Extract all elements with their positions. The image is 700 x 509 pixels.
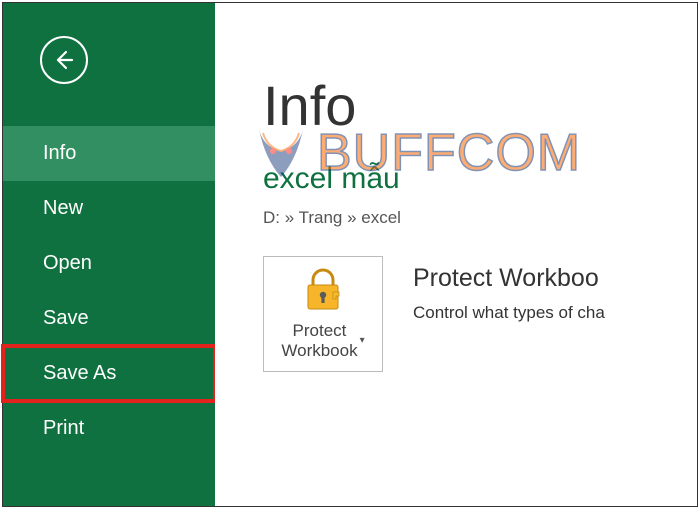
sidebar-item-label: Save — [43, 307, 89, 330]
back-button[interactable] — [40, 36, 88, 84]
file-name: excel mẫu — [263, 162, 697, 196]
protect-workbook-heading: Protect Workboo — [413, 264, 605, 293]
sidebar-item-label: Info — [43, 142, 76, 165]
sidebar-item-save-as[interactable]: Save As — [3, 346, 215, 401]
protect-workbook-button[interactable]: Protect Workbook ▾ — [263, 256, 383, 372]
sidebar-item-open[interactable]: Open — [3, 236, 215, 291]
protect-workbook-label: Protect Workbook ▾ — [281, 321, 364, 362]
protect-workbook-info: Protect Workboo Control what types of ch… — [413, 256, 605, 323]
sidebar-item-label: Print — [43, 417, 84, 440]
sidebar-item-label: New — [43, 197, 83, 220]
chevron-down-icon: ▾ — [360, 335, 365, 347]
page-title: Info — [263, 73, 697, 138]
sidebar-nav: Info New Open Save Save As Print — [3, 126, 215, 456]
sidebar-item-new[interactable]: New — [3, 181, 215, 236]
file-path: D: » Trang » excel — [263, 208, 697, 228]
lock-icon — [300, 267, 346, 313]
sidebar-item-label: Open — [43, 252, 92, 275]
sidebar-item-info[interactable]: Info — [3, 126, 215, 181]
backstage-sidebar: Info New Open Save Save As Print — [3, 3, 215, 506]
sidebar-item-print[interactable]: Print — [3, 401, 215, 456]
sidebar-item-label: Save As — [43, 362, 116, 385]
info-panel: Info excel mẫu D: » Trang » excel Protec… — [215, 3, 697, 506]
sidebar-item-save[interactable]: Save — [3, 291, 215, 346]
protect-workbook-description: Control what types of cha — [413, 303, 605, 323]
back-arrow-icon — [52, 48, 76, 72]
